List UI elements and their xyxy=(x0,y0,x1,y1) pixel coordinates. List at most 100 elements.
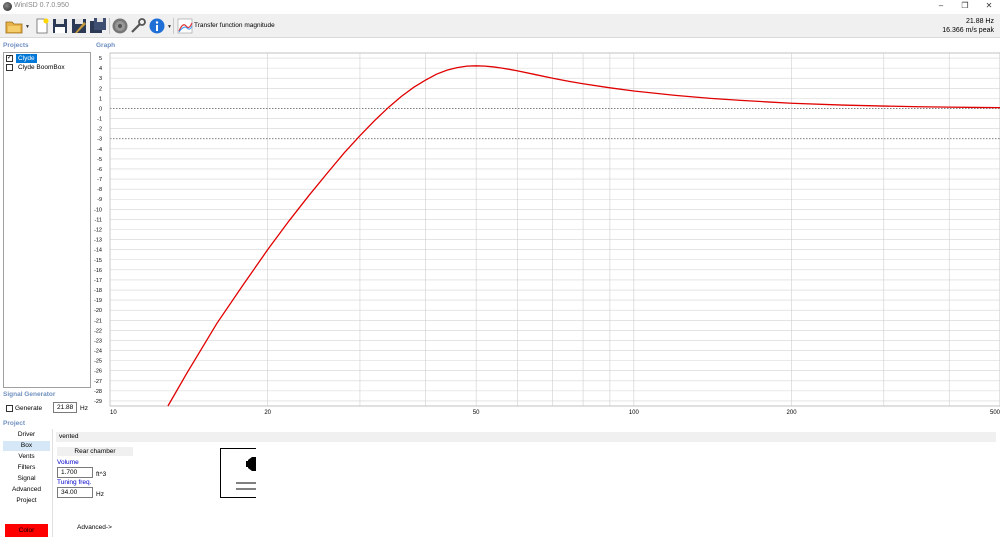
y-tick-label: 0 xyxy=(99,106,102,112)
toolbar-separator xyxy=(109,18,110,34)
project-checkbox[interactable] xyxy=(6,64,13,71)
y-tick-label: -11 xyxy=(94,217,102,223)
y-tick-label: -24 xyxy=(94,349,102,355)
y-tick-label: -17 xyxy=(94,278,102,284)
open-folder-icon[interactable] xyxy=(5,17,23,35)
signal-generator-label: Signal Generator xyxy=(3,391,56,398)
y-tick-label: -2 xyxy=(97,127,102,133)
y-tick-label: -26 xyxy=(94,369,102,375)
save-as-icon[interactable] xyxy=(70,17,88,35)
graph-area[interactable]: 5 4 3 2 1 0 -1 -2 -3 -4 -5 -6 -7 -8 -9 -10 -11 -12 -13 -14-… xyxy=(94,51,1000,420)
y-tick-label: -6 xyxy=(97,167,102,173)
x-tick-label: 200 xyxy=(787,410,798,416)
volume-input[interactable]: 1.700 xyxy=(57,467,93,478)
app-icon xyxy=(3,2,12,11)
readout-value: 16.366 m/s peak xyxy=(942,27,994,34)
y-tick-label: -22 xyxy=(94,328,102,334)
project-section-label: Project xyxy=(3,420,26,427)
volume-unit: ft^3 xyxy=(96,471,107,478)
nav-vents[interactable]: Vents xyxy=(3,452,50,462)
generator-unit-label: Hz xyxy=(80,405,88,412)
x-tick-label: 100 xyxy=(629,410,640,416)
volume-label: Volume xyxy=(57,459,79,466)
y-tick-label: 2 xyxy=(99,86,102,92)
y-tick-label: -21 xyxy=(94,318,102,324)
advanced-link[interactable]: Advanced-> xyxy=(77,524,112,531)
info-icon[interactable] xyxy=(148,17,166,35)
transfer-function-chart[interactable]: 543210-1-2-3-4-5-6-7-8-9-10-11-12-13-14-… xyxy=(94,51,1000,420)
y-tick-label: -4 xyxy=(97,147,102,153)
box-type-selector[interactable]: vented xyxy=(56,432,996,442)
toolbar-separator xyxy=(173,18,174,34)
y-tick-label: -8 xyxy=(97,187,102,193)
y-tick-label: -28 xyxy=(94,389,102,395)
nav-signal[interactable]: Signal xyxy=(3,474,50,484)
y-tick-label: -14 xyxy=(94,248,102,254)
y-tick-label: 4 xyxy=(99,66,102,72)
nav-driver[interactable]: Driver xyxy=(3,430,50,440)
graph-label: Graph xyxy=(96,42,116,49)
tuning-freq-input[interactable]: 34.00 xyxy=(57,487,93,498)
projects-list: ✓ Clyde Clyde BoomBox xyxy=(3,52,91,388)
y-tick-label: -7 xyxy=(97,177,102,183)
x-tick-label: 500 xyxy=(990,410,1000,416)
nav-filters[interactable]: Filters xyxy=(3,463,50,473)
project-name: Clyde xyxy=(16,54,37,63)
generate-checkbox[interactable] xyxy=(6,405,13,412)
save-icon[interactable] xyxy=(51,17,69,35)
y-tick-label: -29 xyxy=(94,399,102,405)
readout-frequency: 21.88 Hz xyxy=(965,18,994,25)
open-dropdown-icon[interactable]: ▼ xyxy=(25,24,30,30)
x-tick-label: 20 xyxy=(264,410,271,416)
y-tick-label: -27 xyxy=(94,379,102,385)
toolbar: ▼ ▼ Transfer function magnitude 21.88 Hz… xyxy=(0,14,1000,38)
transfer-function-label[interactable]: Transfer function magnitude xyxy=(194,22,275,29)
wrench-icon[interactable] xyxy=(129,17,147,35)
y-tick-label: 5 xyxy=(99,56,102,62)
y-tick-label: -23 xyxy=(94,338,102,344)
save-all-icon[interactable] xyxy=(89,17,107,35)
y-tick-label: -3 xyxy=(97,137,102,143)
y-tick-label: -15 xyxy=(94,258,102,264)
x-tick-label: 50 xyxy=(473,410,480,416)
generator-frequency-input[interactable]: 21.88 xyxy=(53,402,77,413)
speaker-icon[interactable] xyxy=(111,17,129,35)
project-item-clyde-boombox[interactable]: Clyde BoomBox xyxy=(5,63,90,72)
x-tick-label: 10 xyxy=(110,410,117,416)
close-button[interactable]: ✕ xyxy=(978,0,1000,12)
y-tick-label: -9 xyxy=(97,197,102,203)
y-tick-label: -12 xyxy=(94,228,102,234)
tuning-freq-label: Tuning freq. xyxy=(57,479,92,486)
cursor-readout: 21.88 Hz 16.366 m/s peak xyxy=(942,17,994,35)
info-dropdown-icon[interactable]: ▼ xyxy=(167,24,172,30)
restore-button[interactable]: ❐ xyxy=(954,0,976,12)
new-document-icon[interactable] xyxy=(33,17,51,35)
y-tick-label: -5 xyxy=(97,157,102,163)
rear-chamber-header: Rear chamber xyxy=(57,447,133,456)
project-panel xyxy=(52,429,1000,537)
tuning-freq-unit: Hz xyxy=(96,491,104,498)
y-tick-label: 3 xyxy=(99,76,102,82)
y-tick-label: -1 xyxy=(97,117,102,123)
chart-icon[interactable] xyxy=(176,17,194,35)
nav-project[interactable]: Project xyxy=(3,496,50,506)
title-bar: WinISD 0.7.0.950 – ❐ ✕ xyxy=(0,0,1000,14)
y-tick-label: -25 xyxy=(94,359,102,365)
y-tick-label: -20 xyxy=(94,308,102,314)
nav-advanced[interactable]: Advanced xyxy=(3,485,50,495)
y-tick-label: -13 xyxy=(94,238,102,244)
enclosure-diagram xyxy=(220,448,256,498)
minimize-button[interactable]: – xyxy=(930,0,952,12)
y-tick-label: -16 xyxy=(94,268,102,274)
window-title: WinISD 0.7.0.950 xyxy=(14,2,69,9)
nav-box[interactable]: Box xyxy=(3,441,50,451)
project-checkbox[interactable]: ✓ xyxy=(6,55,13,62)
y-tick-label: -18 xyxy=(94,288,102,294)
y-tick-label: -19 xyxy=(94,298,102,304)
y-tick-label: 1 xyxy=(99,96,102,102)
color-button[interactable]: Color xyxy=(5,524,48,537)
projects-label: Projects xyxy=(3,42,29,49)
project-item-clyde[interactable]: ✓ Clyde xyxy=(5,54,90,63)
y-tick-label: -10 xyxy=(94,207,102,213)
generate-label: Generate xyxy=(15,405,43,412)
